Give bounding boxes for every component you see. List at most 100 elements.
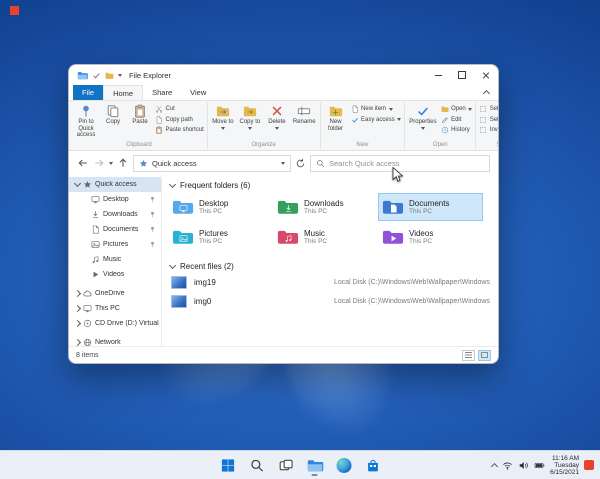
search-input[interactable] <box>329 158 484 168</box>
back-icon[interactable] <box>77 157 89 169</box>
select-all-button[interactable]: Select all <box>479 105 498 113</box>
chevron-right-icon[interactable] <box>73 319 82 328</box>
clock[interactable]: 11:16 AM Tuesday 6/15/2021 <box>550 455 579 476</box>
details-view-button[interactable] <box>462 349 475 361</box>
battery-icon[interactable] <box>534 460 545 471</box>
notification-badge[interactable] <box>584 460 594 470</box>
task-view-button[interactable] <box>275 454 297 476</box>
edge-button[interactable] <box>333 454 355 476</box>
refresh-icon[interactable] <box>295 158 306 169</box>
invert-selection-button[interactable]: Invert selection <box>479 126 498 134</box>
history-label: History <box>451 127 470 133</box>
history-button[interactable]: History <box>441 126 473 134</box>
select-none-button[interactable]: Select none <box>479 116 498 124</box>
collapse-ribbon-icon[interactable] <box>482 89 491 98</box>
tab-home[interactable]: Home <box>103 85 144 100</box>
maximize-button[interactable] <box>450 65 474 85</box>
document-glyph-icon <box>389 204 398 213</box>
collapse-section-icon[interactable] <box>168 180 177 188</box>
address-breadcrumb[interactable]: Quick access <box>133 154 291 172</box>
chevron-down-icon[interactable] <box>73 179 82 188</box>
sidebar-item-downloads[interactable]: Downloads <box>69 207 161 222</box>
close-button[interactable] <box>474 65 498 85</box>
sidebar-item-quick-access[interactable]: Quick access <box>69 177 161 192</box>
up-icon[interactable] <box>117 157 129 169</box>
sidebar-item-onedrive[interactable]: OneDrive <box>69 286 161 301</box>
sidebar-item-videos[interactable]: Videos <box>69 267 161 282</box>
recent-files-header[interactable]: Recent files (2) <box>168 259 492 273</box>
new-folder-button[interactable]: New folder <box>323 102 349 132</box>
recent-file-row[interactable]: img0 Local Disk (C:)\Windows\Web\Wallpap… <box>168 292 492 311</box>
open-button[interactable]: Open <box>441 105 473 113</box>
delete-button[interactable]: Delete <box>264 102 290 130</box>
sidebar-item-music[interactable]: Music <box>69 252 161 267</box>
sidebar-item-pictures[interactable]: Pictures <box>69 237 161 252</box>
chevron-right-icon[interactable] <box>73 304 82 313</box>
minimize-button[interactable] <box>426 65 450 85</box>
pinned-icon <box>149 226 156 233</box>
title-bar[interactable]: File Explorer <box>69 65 498 85</box>
search-button[interactable] <box>246 454 268 476</box>
recent-file-row[interactable]: img19 Local Disk (C:)\Windows\Web\Wallpa… <box>168 273 492 292</box>
move-to-button[interactable]: Move to <box>210 102 236 130</box>
sidebar-item-desktop[interactable]: Desktop <box>69 192 161 207</box>
new-item-button[interactable]: New item <box>351 105 402 113</box>
copy-path-label: Copy path <box>165 116 193 123</box>
forward-icon[interactable] <box>93 157 105 169</box>
large-icons-view-button[interactable] <box>478 349 491 361</box>
start-button[interactable] <box>217 454 239 476</box>
paste-shortcut-button[interactable]: Paste shortcut <box>155 126 204 134</box>
tray-expand-icon[interactable] <box>491 462 499 470</box>
wifi-icon[interactable] <box>502 460 513 471</box>
select-all-icon <box>479 105 487 113</box>
documents-icon <box>91 225 100 234</box>
tab-view[interactable]: View <box>181 85 215 100</box>
copy-button[interactable]: Copy <box>100 102 126 126</box>
store-icon <box>365 458 380 473</box>
folder-tile-downloads[interactable]: Downloads This PC <box>273 193 378 221</box>
collapse-section-icon[interactable] <box>168 261 177 269</box>
recent-locations-icon[interactable] <box>109 161 113 165</box>
qat-properties-icon[interactable] <box>92 71 101 80</box>
pin-to-quick-access-button[interactable]: Pin to Quick access <box>73 102 99 139</box>
address-dropdown-icon[interactable] <box>281 161 285 165</box>
sidebar-item-cd-drive[interactable]: CD Drive (D:) Virtual <box>69 316 161 331</box>
folder-tile-pictures[interactable]: Pictures This PC <box>168 223 273 251</box>
music-note-icon <box>284 234 293 243</box>
clipboard-group-caption: Clipboard <box>126 142 152 148</box>
clock-date: 6/15/2021 <box>550 468 579 476</box>
folder-tile-videos[interactable]: Videos This PC <box>378 223 483 251</box>
paste-button[interactable]: Paste <box>127 102 153 126</box>
tab-share[interactable]: Share <box>143 85 181 100</box>
easy-access-button[interactable]: Easy access <box>351 116 402 124</box>
folder-tile-documents[interactable]: Documents This PC <box>378 193 483 221</box>
rename-button[interactable]: Rename <box>291 102 318 126</box>
sidebar-item-this-pc[interactable]: This PC <box>69 301 161 316</box>
download-arrow-icon <box>284 204 293 213</box>
cut-button[interactable]: Cut <box>155 105 204 113</box>
tab-file[interactable]: File <box>73 85 104 100</box>
qat-new-folder-icon[interactable] <box>105 71 114 80</box>
frequent-folders-label: Frequent folders (6) <box>180 180 251 190</box>
recent-files-label: Recent files (2) <box>180 261 234 271</box>
properties-button[interactable]: Properties <box>407 102 438 130</box>
copy-to-icon <box>243 104 257 118</box>
image-thumbnail-icon <box>171 276 187 289</box>
copy-to-button[interactable]: Copy to <box>237 102 263 130</box>
frequent-folders-header[interactable]: Frequent folders (6) <box>168 178 492 192</box>
sidebar-item-documents[interactable]: Documents <box>69 222 161 237</box>
recent-file-path: Local Disk (C:)\Windows\Web\Wallpaper\Wi… <box>334 298 490 305</box>
edit-label: Edit <box>451 116 462 123</box>
chevron-right-icon[interactable] <box>73 289 82 298</box>
folder-tile-music[interactable]: Music This PC <box>273 223 378 251</box>
copy-path-button[interactable]: Copy path <box>155 116 204 124</box>
edit-button[interactable]: Edit <box>441 116 473 124</box>
file-explorer-button[interactable] <box>304 454 326 476</box>
folder-tile-desktop[interactable]: Desktop This PC <box>168 193 273 221</box>
qat-customize-icon[interactable] <box>118 73 122 77</box>
sidebar-item-network[interactable]: Network <box>69 335 161 346</box>
chevron-right-icon[interactable] <box>73 338 82 346</box>
store-button[interactable] <box>362 454 384 476</box>
volume-icon[interactable] <box>518 460 529 471</box>
sidebar-item-label: Desktop <box>103 196 129 203</box>
